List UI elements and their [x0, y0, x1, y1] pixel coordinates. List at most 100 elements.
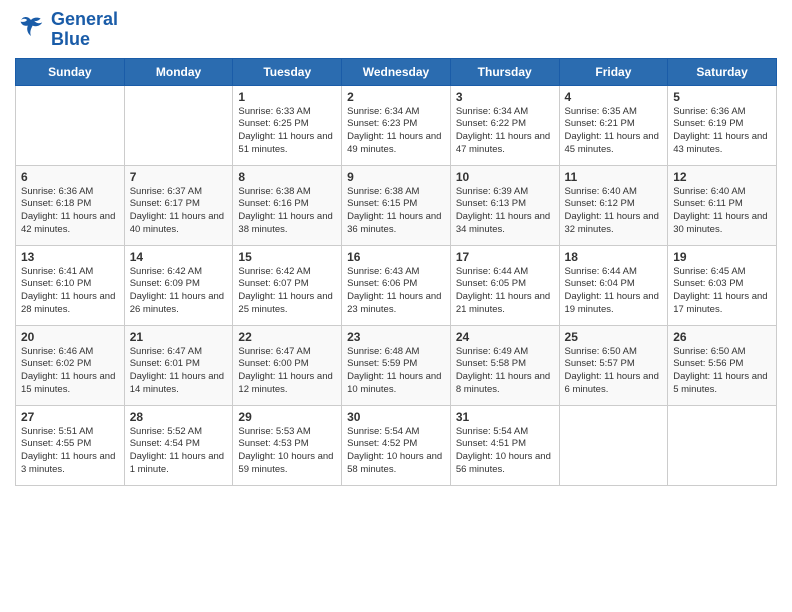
calendar-cell: 23 Sunrise: 6:48 AM Sunset: 5:59 PM Dayli… — [342, 325, 451, 405]
day-info: Sunrise: 6:49 AM Sunset: 5:58 PM Dayligh… — [456, 346, 554, 397]
day-number: 17 — [456, 250, 554, 264]
calendar-cell — [668, 405, 777, 485]
calendar-cell: 19Sunrise: 6:45 AM Sunset: 6:03 PM Dayli… — [668, 245, 777, 325]
day-info: Sunrise: 6:42 AM Sunset: 6:09 PM Dayligh… — [130, 266, 228, 317]
calendar-cell: 28 Sunrise: 5:52 AM Sunset: 4:54 PM Dayli… — [124, 405, 233, 485]
day-number: 27 — [21, 410, 119, 424]
calendar-week-row: 1 Sunrise: 6:33 AM Sunset: 6:25 PM Daylig… — [16, 85, 777, 165]
day-number: 14 — [130, 250, 228, 264]
day-number: 3 — [456, 90, 554, 104]
day-info: Sunrise: 6:48 AM Sunset: 5:59 PM Dayligh… — [347, 346, 445, 397]
day-info: Sunrise: 6:47 AM Sunset: 6:01 PM Dayligh… — [130, 346, 228, 397]
calendar-cell: 29 Sunrise: 5:53 AM Sunset: 4:53 PM Dayli… — [233, 405, 342, 485]
day-number: 1 — [238, 90, 336, 104]
calendar-week-row: 13 Sunrise: 6:41 AM Sunset: 6:10 PM Dayli… — [16, 245, 777, 325]
day-info: Sunrise: 6:38 AM Sunset: 6:16 PM Dayligh… — [238, 186, 336, 237]
day-info: Sunrise: 6:43 AM Sunset: 6:06 PM Dayligh… — [347, 266, 445, 317]
day-number: 11 — [565, 170, 663, 184]
day-info: Sunrise: 6:33 AM Sunset: 6:25 PM Dayligh… — [238, 106, 336, 157]
calendar-cell: 26 Sunrise: 6:50 AM Sunset: 5:56 PM Dayli… — [668, 325, 777, 405]
calendar-cell: 4 Sunrise: 6:35 AM Sunset: 6:21 PM Daylig… — [559, 85, 668, 165]
calendar-cell: 15 Sunrise: 6:42 AM Sunset: 6:07 PM Dayli… — [233, 245, 342, 325]
day-header-sunday: Sunday — [16, 58, 125, 85]
day-info: Sunrise: 6:37 AM Sunset: 6:17 PM Dayligh… — [130, 186, 228, 237]
page-header: General Blue — [15, 10, 777, 50]
calendar-table: SundayMondayTuesdayWednesdayThursdayFrid… — [15, 58, 777, 486]
day-header-wednesday: Wednesday — [342, 58, 451, 85]
day-number: 9 — [347, 170, 445, 184]
day-number: 18 — [565, 250, 663, 264]
day-number: 13 — [21, 250, 119, 264]
day-info: Sunrise: 6:47 AM Sunset: 6:00 PM Dayligh… — [238, 346, 336, 397]
calendar-cell: 31 Sunrise: 5:54 AM Sunset: 4:51 PM Dayli… — [450, 405, 559, 485]
day-info: Sunrise: 5:53 AM Sunset: 4:53 PM Dayligh… — [238, 426, 336, 477]
day-info: Sunrise: 5:52 AM Sunset: 4:54 PM Dayligh… — [130, 426, 228, 477]
day-info: Sunrise: 6:35 AM Sunset: 6:21 PM Dayligh… — [565, 106, 663, 157]
day-info: Sunrise: 5:54 AM Sunset: 4:51 PM Dayligh… — [456, 426, 554, 477]
day-header-friday: Friday — [559, 58, 668, 85]
day-number: 26 — [673, 330, 771, 344]
day-number: 15 — [238, 250, 336, 264]
day-number: 20 — [21, 330, 119, 344]
day-number: 4 — [565, 90, 663, 104]
day-number: 10 — [456, 170, 554, 184]
day-number: 16 — [347, 250, 445, 264]
calendar-cell: 12 Sunrise: 6:40 AM Sunset: 6:11 PM Dayli… — [668, 165, 777, 245]
calendar-cell: 21Sunrise: 6:47 AM Sunset: 6:01 PM Dayli… — [124, 325, 233, 405]
calendar-cell: 10 Sunrise: 6:39 AM Sunset: 6:13 PM Dayli… — [450, 165, 559, 245]
calendar-cell — [559, 405, 668, 485]
calendar-cell: 3Sunrise: 6:34 AM Sunset: 6:22 PM Daylig… — [450, 85, 559, 165]
calendar-cell: 5Sunrise: 6:36 AM Sunset: 6:19 PM Daylig… — [668, 85, 777, 165]
day-info: Sunrise: 6:36 AM Sunset: 6:19 PM Dayligh… — [673, 106, 771, 157]
day-number: 30 — [347, 410, 445, 424]
calendar-cell: 6Sunrise: 6:36 AM Sunset: 6:18 PM Daylig… — [16, 165, 125, 245]
day-info: Sunrise: 6:44 AM Sunset: 6:05 PM Dayligh… — [456, 266, 554, 317]
day-header-tuesday: Tuesday — [233, 58, 342, 85]
day-info: Sunrise: 6:41 AM Sunset: 6:10 PM Dayligh… — [21, 266, 119, 317]
logo: General Blue — [15, 10, 118, 50]
day-number: 31 — [456, 410, 554, 424]
day-number: 25 — [565, 330, 663, 344]
calendar-week-row: 6Sunrise: 6:36 AM Sunset: 6:18 PM Daylig… — [16, 165, 777, 245]
day-number: 6 — [21, 170, 119, 184]
logo-icon — [15, 16, 47, 44]
day-number: 29 — [238, 410, 336, 424]
calendar-cell: 8Sunrise: 6:38 AM Sunset: 6:16 PM Daylig… — [233, 165, 342, 245]
calendar-cell: 24Sunrise: 6:49 AM Sunset: 5:58 PM Dayli… — [450, 325, 559, 405]
calendar-cell: 25 Sunrise: 6:50 AM Sunset: 5:57 PM Dayli… — [559, 325, 668, 405]
calendar-cell: 7 Sunrise: 6:37 AM Sunset: 6:17 PM Daylig… — [124, 165, 233, 245]
day-info: Sunrise: 6:40 AM Sunset: 6:11 PM Dayligh… — [673, 186, 771, 237]
day-info: Sunrise: 6:39 AM Sunset: 6:13 PM Dayligh… — [456, 186, 554, 237]
day-number: 22 — [238, 330, 336, 344]
calendar-cell — [124, 85, 233, 165]
day-number: 23 — [347, 330, 445, 344]
calendar-cell: 2Sunrise: 6:34 AM Sunset: 6:23 PM Daylig… — [342, 85, 451, 165]
day-info: Sunrise: 6:40 AM Sunset: 6:12 PM Dayligh… — [565, 186, 663, 237]
calendar-cell: 13 Sunrise: 6:41 AM Sunset: 6:10 PM Dayli… — [16, 245, 125, 325]
calendar-cell: 27Sunrise: 5:51 AM Sunset: 4:55 PM Dayli… — [16, 405, 125, 485]
calendar-week-row: 27Sunrise: 5:51 AM Sunset: 4:55 PM Dayli… — [16, 405, 777, 485]
day-info: Sunrise: 6:50 AM Sunset: 5:56 PM Dayligh… — [673, 346, 771, 397]
calendar-cell: 22 Sunrise: 6:47 AM Sunset: 6:00 PM Dayli… — [233, 325, 342, 405]
calendar-cell: 30 Sunrise: 5:54 AM Sunset: 4:52 PM Dayli… — [342, 405, 451, 485]
calendar-cell: 20 Sunrise: 6:46 AM Sunset: 6:02 PM Dayli… — [16, 325, 125, 405]
day-number: 12 — [673, 170, 771, 184]
calendar-header-row: SundayMondayTuesdayWednesdayThursdayFrid… — [16, 58, 777, 85]
day-number: 2 — [347, 90, 445, 104]
day-header-saturday: Saturday — [668, 58, 777, 85]
day-info: Sunrise: 6:46 AM Sunset: 6:02 PM Dayligh… — [21, 346, 119, 397]
day-info: Sunrise: 6:50 AM Sunset: 5:57 PM Dayligh… — [565, 346, 663, 397]
day-info: Sunrise: 5:54 AM Sunset: 4:52 PM Dayligh… — [347, 426, 445, 477]
calendar-cell: 18 Sunrise: 6:44 AM Sunset: 6:04 PM Dayli… — [559, 245, 668, 325]
calendar-cell: 17 Sunrise: 6:44 AM Sunset: 6:05 PM Dayli… — [450, 245, 559, 325]
calendar-cell — [16, 85, 125, 165]
day-number: 28 — [130, 410, 228, 424]
calendar-cell: 1 Sunrise: 6:33 AM Sunset: 6:25 PM Daylig… — [233, 85, 342, 165]
day-info: Sunrise: 6:42 AM Sunset: 6:07 PM Dayligh… — [238, 266, 336, 317]
day-info: Sunrise: 6:44 AM Sunset: 6:04 PM Dayligh… — [565, 266, 663, 317]
day-header-monday: Monday — [124, 58, 233, 85]
calendar-week-row: 20 Sunrise: 6:46 AM Sunset: 6:02 PM Dayli… — [16, 325, 777, 405]
calendar-cell: 9Sunrise: 6:38 AM Sunset: 6:15 PM Daylig… — [342, 165, 451, 245]
calendar-cell: 11 Sunrise: 6:40 AM Sunset: 6:12 PM Dayli… — [559, 165, 668, 245]
day-number: 7 — [130, 170, 228, 184]
